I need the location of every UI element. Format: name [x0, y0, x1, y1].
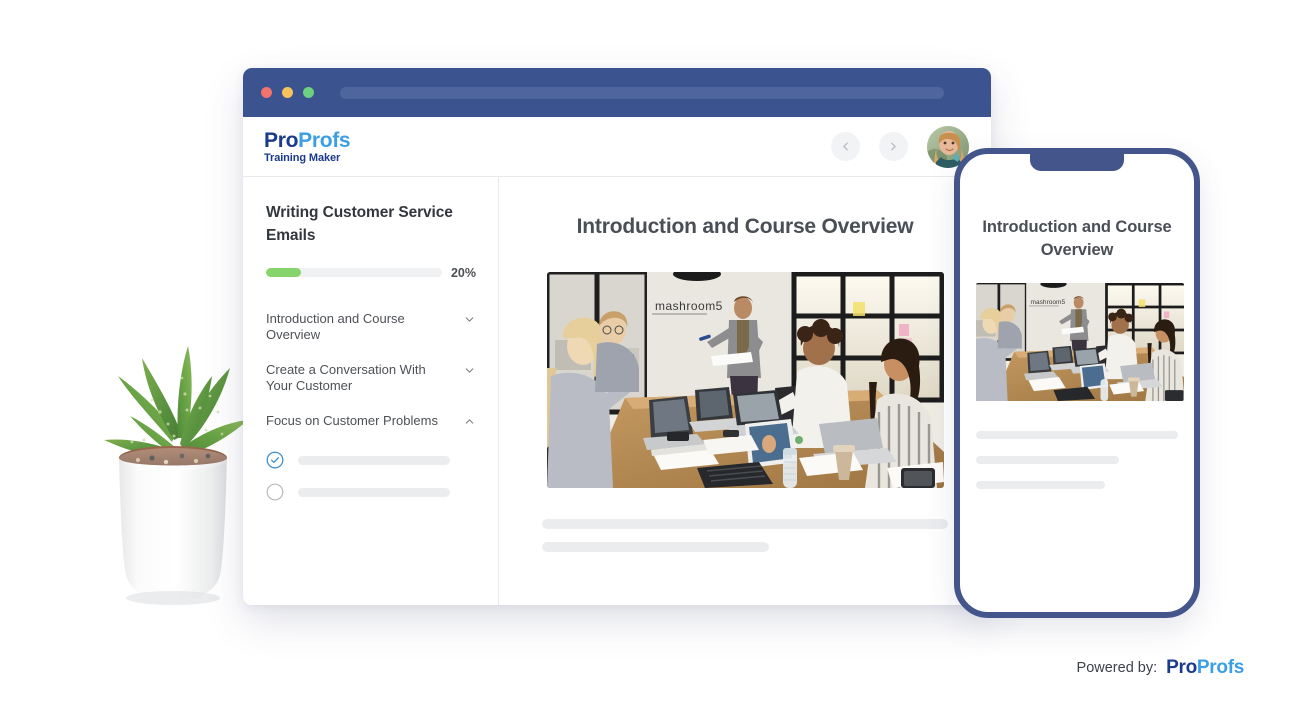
powered-by-footer: Powered by: ProProfs — [1076, 657, 1245, 679]
module-label: Create a Conversation With Your Customer — [266, 361, 426, 394]
lesson-title-placeholder — [298, 455, 450, 465]
placeholder-bar — [542, 542, 770, 552]
content-placeholder-list — [542, 519, 948, 552]
lesson-content: Introduction and Course Overview mashroo… — [499, 177, 991, 605]
minimize-window-dot[interactable] — [282, 87, 293, 98]
placeholder-bar — [976, 480, 1106, 489]
progress-fill — [266, 268, 302, 277]
address-bar[interactable] — [340, 86, 944, 99]
list-item — [266, 532, 476, 544]
plant-decoration — [88, 290, 258, 610]
powered-by-label: Powered by: — [1076, 660, 1158, 676]
module-label: Introduction and Course Overview — [266, 310, 405, 343]
meeting-room-photo: mashroom5 — [976, 282, 1184, 401]
browser-window: ProProfs Training Maker Writing Customer… — [243, 68, 991, 605]
chevron-down-icon — [465, 367, 474, 373]
course-progress: 20% — [266, 266, 476, 280]
chevron-up-icon — [465, 418, 474, 424]
progress-track — [266, 268, 442, 277]
phone-placeholder-list — [976, 430, 1178, 489]
logo-subtitle: Training Maker — [264, 151, 341, 164]
proprofs-logo[interactable]: ProProfs Training Maker — [264, 128, 351, 164]
app-body: Writing Customer Service Emails 20% Intr… — [243, 176, 991, 605]
close-window-dot[interactable] — [261, 87, 272, 98]
phone-notch — [1030, 154, 1124, 171]
footer-logo-pro-text: Pro — [1166, 657, 1197, 678]
header-actions — [831, 117, 969, 176]
browser-titlebar — [243, 68, 991, 117]
list-item[interactable] — [266, 476, 476, 508]
list-item — [266, 520, 476, 532]
phone-screen: Introduction and Course Overview mashroo… — [960, 154, 1194, 489]
lesson-list — [266, 444, 476, 508]
footer-logo-profs-text: Profs — [1196, 657, 1244, 678]
lesson-image: mashroom5 — [546, 272, 944, 488]
previous-button[interactable] — [831, 132, 860, 161]
phone-mockup: Introduction and Course Overview mashroo… — [954, 148, 1200, 618]
chevron-right-icon — [891, 142, 896, 151]
logo-pro-text: Pro — [264, 128, 299, 152]
placeholder-bar — [976, 430, 1178, 439]
sidebar-item-create-a-conversation-with-your-customer[interactable]: Create a Conversation With Your Customer — [266, 353, 476, 404]
logo-wordmark: ProProfs — [264, 128, 351, 152]
logo-profs-text: Profs — [298, 128, 351, 152]
proprofs-footer-logo[interactable]: ProProfs — [1166, 657, 1244, 679]
course-title: Writing Customer Service Emails — [266, 204, 453, 245]
list-item[interactable] — [266, 444, 476, 476]
check-circle-icon — [266, 451, 284, 469]
page-root: ProProfs Training Maker Writing Customer… — [0, 0, 1300, 706]
sidebar-item-focus-on-customer-problems[interactable]: Focus on Customer Problems — [266, 404, 476, 439]
maximize-window-dot[interactable] — [303, 87, 314, 98]
module-list: Introduction and Course Overview Create … — [266, 302, 476, 439]
svg-text:mashroom5: mashroom5 — [1031, 298, 1066, 305]
svg-text:mashroom5: mashroom5 — [655, 299, 723, 313]
empty-circle-icon — [266, 483, 284, 501]
sidebar-placeholder-list — [266, 520, 476, 556]
sidebar-item-introduction-and-course-overview[interactable]: Introduction and Course Overview — [266, 302, 476, 353]
placeholder-bar — [976, 455, 1120, 464]
module-label: Focus on Customer Problems — [266, 412, 438, 428]
placeholder-bar — [542, 519, 948, 529]
list-item — [266, 544, 476, 556]
app-header: ProProfs Training Maker — [243, 117, 991, 176]
page-title: Introduction and Course Overview — [576, 215, 914, 238]
chevron-down-icon — [465, 316, 474, 322]
phone-page-title: Introduction and Course Overview — [982, 218, 1172, 259]
lesson-title-placeholder — [298, 487, 450, 497]
phone-lesson-image: mashroom5 — [976, 282, 1184, 401]
traffic-lights — [261, 87, 314, 98]
progress-label: 20% — [450, 265, 476, 280]
chevron-left-icon — [843, 142, 848, 151]
meeting-room-photo: mashroom5 — [546, 272, 944, 488]
next-button[interactable] — [879, 132, 908, 161]
course-sidebar: Writing Customer Service Emails 20% Intr… — [243, 177, 499, 605]
